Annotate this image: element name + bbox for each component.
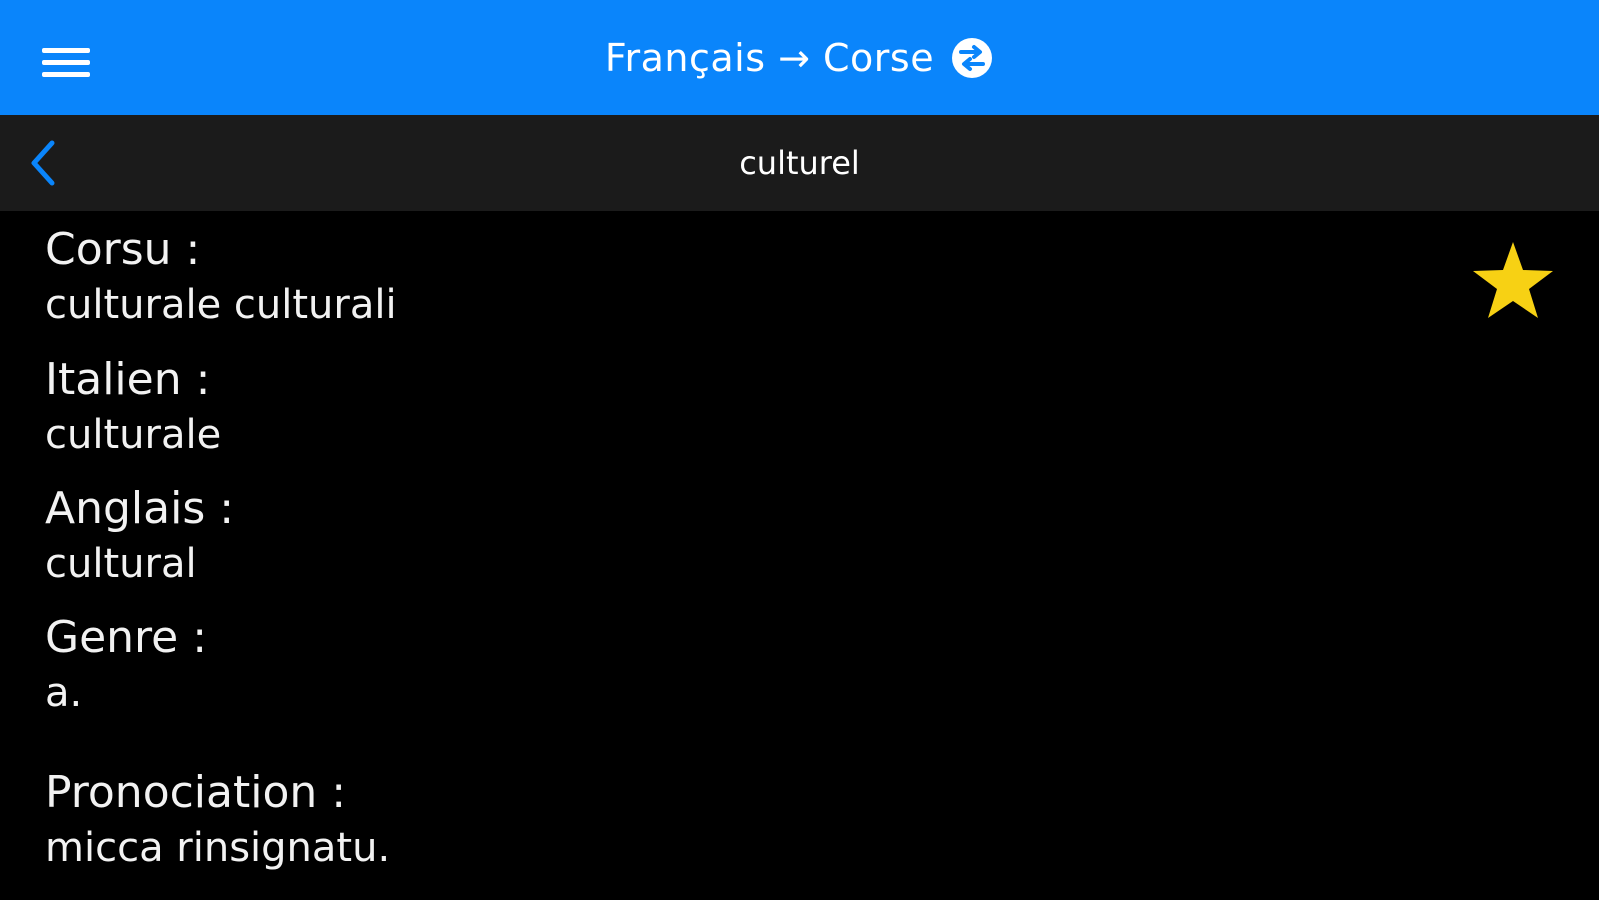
- entry-value: cultural: [45, 541, 197, 587]
- top-app-bar: Français → Corse: [0, 0, 1599, 115]
- language-pair-title: Français → Corse: [604, 35, 935, 80]
- entry-pronociation: Pronociation : micca rinsignatu.: [45, 765, 390, 875]
- word-header-bar: culturel: [0, 115, 1599, 211]
- entry-label: Pronociation :: [45, 767, 347, 818]
- entry-label: Corsu :: [45, 224, 201, 275]
- entry-value: culturale: [45, 412, 222, 458]
- entry-label: Italien :: [45, 354, 211, 405]
- entry-label: Anglais :: [45, 483, 235, 534]
- entry-anglais: Anglais : cultural: [45, 481, 234, 591]
- word-title: culturel: [739, 144, 860, 182]
- swap-languages-icon[interactable]: [950, 36, 994, 80]
- entry-corsu: Corsu : culturale culturali: [45, 222, 397, 332]
- entry-genre: Genre : a.: [45, 610, 207, 720]
- entry-value: a.: [45, 670, 83, 716]
- entry-label: Genre :: [45, 612, 208, 663]
- entry-italien: Italien : culturale: [45, 352, 221, 462]
- title-container: Français → Corse: [0, 0, 1599, 115]
- entry-value: culturale culturali: [45, 282, 397, 328]
- star-icon[interactable]: [1468, 238, 1558, 324]
- entry-value: micca rinsignatu.: [45, 825, 391, 871]
